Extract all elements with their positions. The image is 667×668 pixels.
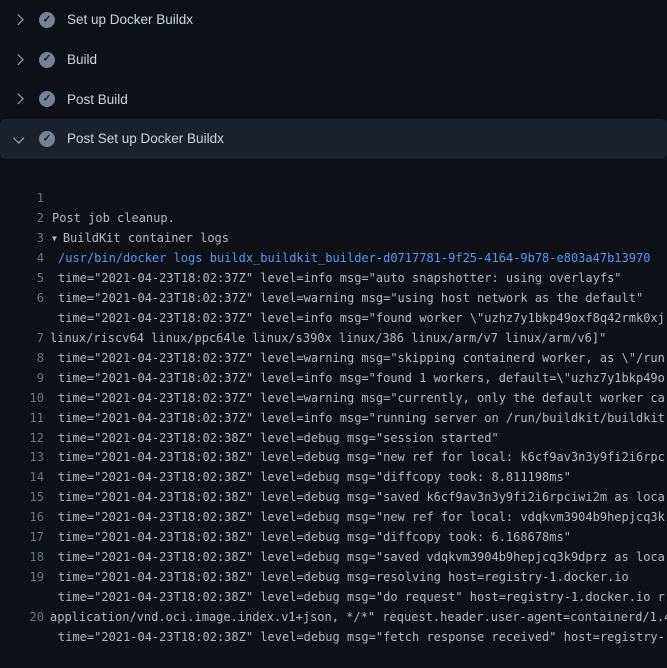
step-header-post-build[interactable]: ✓ Post Build [0, 79, 667, 119]
log-line: 7 time="2021-04-23T18:02:37Z" level=warn… [0, 309, 667, 329]
log-line: 10 time="2021-04-23T18:02:37Z" level=inf… [0, 369, 667, 389]
step-header-post-set-up-docker-buildx[interactable]: ✓ Post Set up Docker Buildx [0, 119, 667, 159]
step-label: Post Build [67, 92, 128, 107]
check-circle-icon: ✓ [39, 52, 55, 68]
log-line: application/vnd.oci.image.index.v1+json,… [0, 568, 667, 588]
log-line: 6 time="2021-04-23T18:02:37Z" level=info… [0, 269, 667, 289]
log-line: 20 time="2021-04-23T18:02:38Z" level=deb… [0, 588, 667, 608]
log-line: 9 time="2021-04-23T18:02:37Z" level=warn… [0, 349, 667, 369]
log-line: 5 time="2021-04-23T18:02:37Z" level=warn… [0, 249, 667, 269]
step-label: Build [67, 52, 97, 67]
step-label: Post Set up Docker Buildx [67, 131, 224, 146]
check-circle-icon: ✓ [39, 131, 55, 147]
log-line: linux/riscv64 linux/ppc64le linux/s390x … [0, 289, 667, 309]
log-line: 14 time="2021-04-23T18:02:38Z" level=deb… [0, 448, 667, 468]
log-line: 12 time="2021-04-23T18:02:38Z" level=deb… [0, 409, 667, 429]
step-label: Set up Docker Buildx [67, 12, 193, 27]
log-line-text: application/vnd.oci.image.index.v1+json,… [50, 608, 667, 628]
check-circle-icon: ✓ [39, 91, 55, 107]
github-actions-log-viewer: { "colors":{ "background":"#0d1117", "pa… [0, 0, 667, 600]
log-line-number[interactable]: 20 [0, 608, 44, 628]
steps-list: ✓ Set up Docker Buildx ✓ Build ✓ Post Bu… [0, 0, 667, 159]
log-content-area[interactable]: 1 Post job cleanup. 2 ▼BuildKit containe… [0, 170, 667, 608]
chevron-right-icon [13, 54, 24, 65]
log-line: 11 time="2021-04-23T18:02:38Z" level=deb… [0, 389, 667, 409]
chevron-right-icon [13, 94, 24, 105]
log-line-text: time="2021-04-23T18:02:38Z" level=debug … [58, 628, 665, 648]
log-line: 15 time="2021-04-23T18:02:38Z" level=deb… [0, 468, 667, 488]
chevron-down-icon [14, 132, 25, 143]
log-line: 19 time="2021-04-23T18:02:38Z" level=deb… [0, 548, 667, 568]
log-line: 13 time="2021-04-23T18:02:38Z" level=deb… [0, 428, 667, 448]
log-line: 4 time="2021-04-23T18:02:37Z" level=info… [0, 229, 667, 249]
log-line: 1 Post job cleanup. [0, 170, 667, 190]
log-line: 2 ▼BuildKit container logs [0, 189, 667, 209]
log-line: 16 time="2021-04-23T18:02:38Z" level=deb… [0, 488, 667, 508]
log-line: 17 time="2021-04-23T18:02:38Z" level=deb… [0, 508, 667, 528]
log-line: 18 time="2021-04-23T18:02:38Z" level=deb… [0, 528, 667, 548]
chevron-right-icon [13, 15, 24, 26]
step-header-set-up-docker-buildx[interactable]: ✓ Set up Docker Buildx [0, 0, 667, 40]
log-line: 3 /usr/bin/docker logs buildx_buildkit_b… [0, 209, 667, 229]
step-header-build[interactable]: ✓ Build [0, 40, 667, 80]
log-line: 8 time="2021-04-23T18:02:37Z" level=info… [0, 329, 667, 349]
check-circle-icon: ✓ [39, 12, 55, 28]
